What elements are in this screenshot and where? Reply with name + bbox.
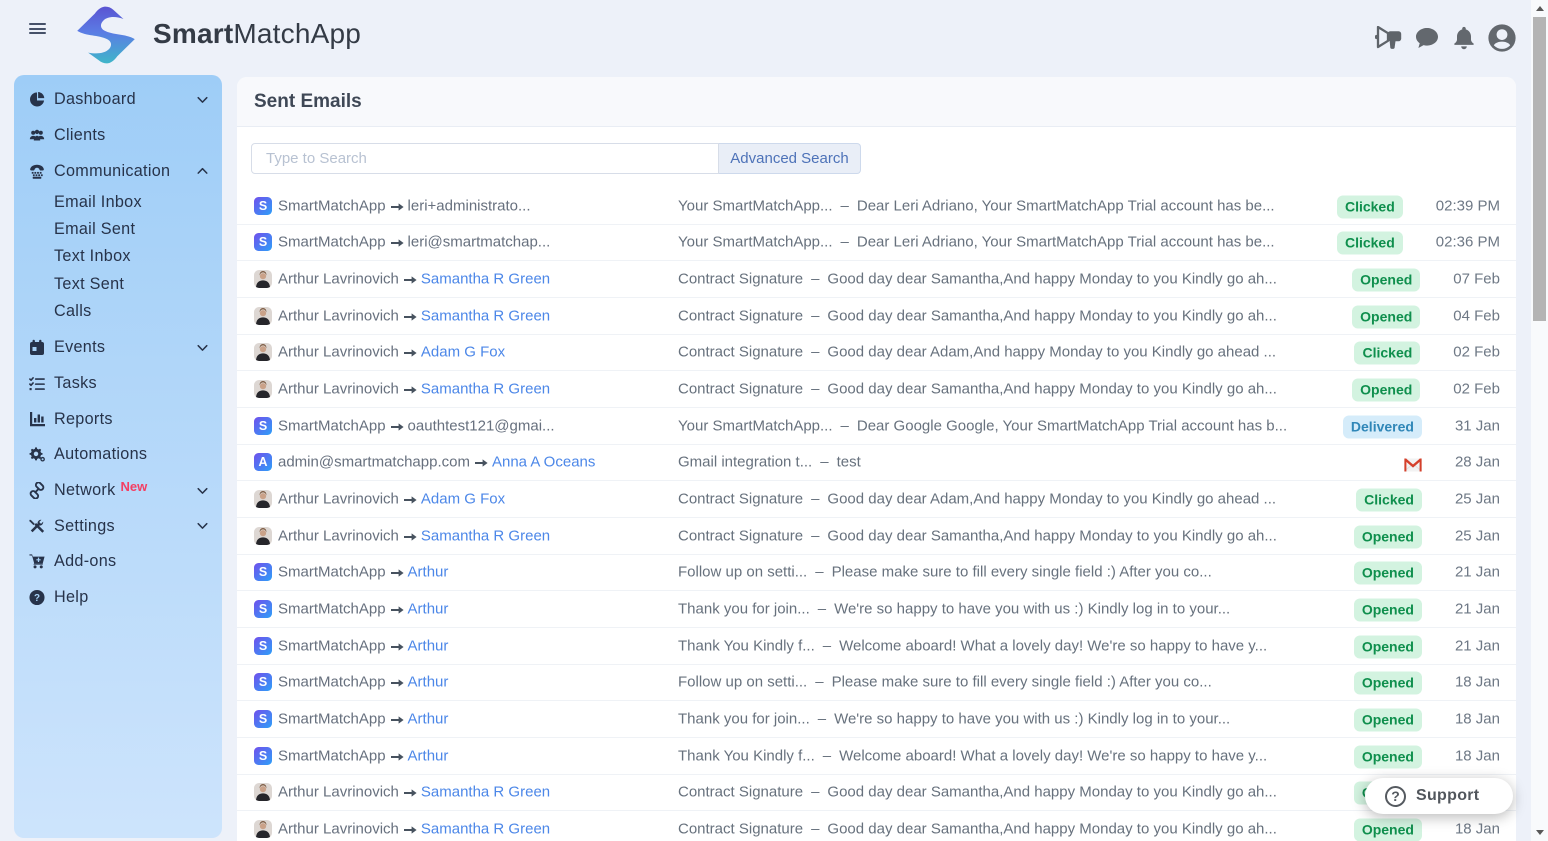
svg-text:?: ? (34, 593, 40, 604)
